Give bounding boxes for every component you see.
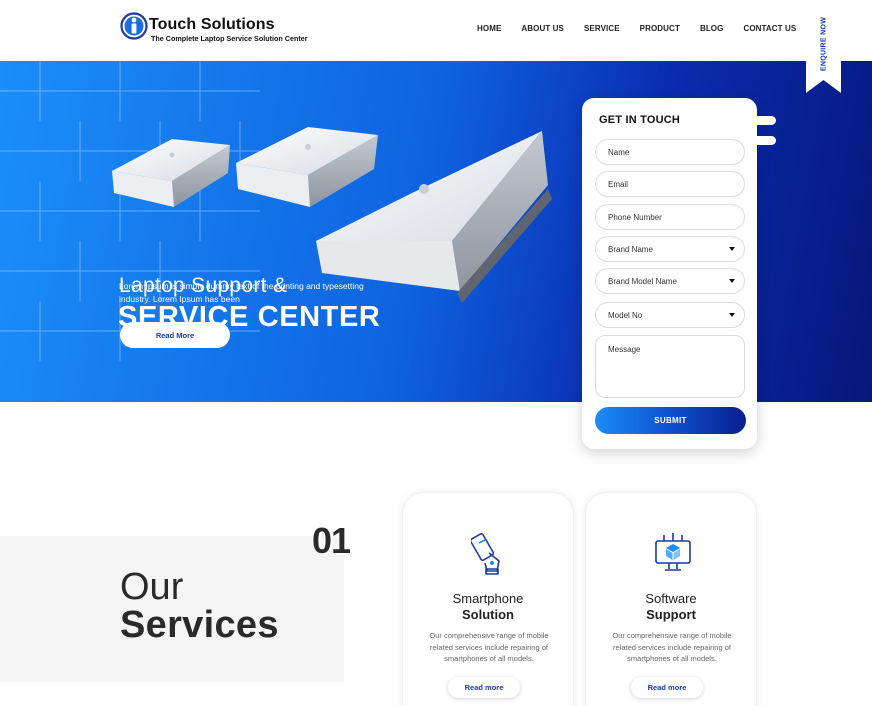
service-card-software: Software Support Our comprehensive range…	[585, 492, 757, 706]
nav-about-us[interactable]: ABOUT US	[521, 24, 564, 38]
nav-blog[interactable]: BLOG	[700, 24, 724, 38]
enquire-now-label: ENQUIRE NOW	[820, 16, 827, 72]
contact-form-card: GET IN TOUCH Name Email Phone Number Bra…	[582, 98, 776, 449]
service-description: Our comprehensive range of mobile relate…	[612, 631, 732, 663]
form-title: GET IN TOUCH	[599, 114, 681, 126]
form-decor-tab	[744, 136, 776, 145]
service-title-line2: Support	[646, 607, 696, 622]
nav-service[interactable]: SERVICE	[584, 24, 620, 38]
services-number: 01	[312, 520, 351, 561]
brand-name-select[interactable]: Brand Name	[595, 236, 745, 262]
hero-read-more-button[interactable]: Read More	[120, 322, 230, 348]
logo-icon	[120, 12, 148, 40]
service-title-line1: Software	[645, 591, 697, 606]
email-field[interactable]: Email	[595, 171, 745, 197]
brand-name-value: Brand Name	[608, 244, 653, 254]
name-field[interactable]: Name	[595, 139, 745, 165]
name-placeholder: Name	[608, 147, 630, 157]
chevron-down-icon	[729, 313, 735, 317]
brand-model-select[interactable]: Brand Model Name	[595, 268, 745, 294]
smartphone-repair-icon	[471, 533, 500, 575]
phone-field[interactable]: Phone Number	[595, 204, 745, 230]
services-heading-line1: Our	[120, 566, 184, 608]
email-placeholder: Email	[608, 179, 629, 189]
nav-contact-us[interactable]: CONTACT US	[743, 24, 796, 38]
page: Touch Solutions The Complete Laptop Serv…	[0, 0, 872, 706]
message-placeholder: Message	[608, 345, 641, 354]
service-title-line1: Smartphone	[452, 591, 524, 606]
software-support-icon	[655, 533, 691, 571]
enquire-now-ribbon[interactable]: ENQUIRE NOW	[806, 0, 841, 93]
service-read-more-button[interactable]: Read more	[448, 677, 520, 698]
main-nav: HOME ABOUT US SERVICE PRODUCT BLOG CONTA…	[466, 24, 816, 38]
nav-product[interactable]: PRODUCT	[640, 24, 680, 38]
service-description: Our comprehensive range of mobile relate…	[429, 631, 549, 663]
submit-button[interactable]: SUBMIT	[595, 407, 746, 434]
chevron-down-icon	[729, 247, 735, 251]
model-no-select[interactable]: Model No	[595, 302, 745, 328]
logo[interactable]: Touch Solutions The Complete Laptop Serv…	[120, 12, 320, 46]
form-decor-tab	[744, 116, 776, 125]
phone-placeholder: Phone Number	[608, 212, 662, 222]
service-title-line2: Solution	[462, 607, 514, 622]
brand-model-value: Brand Model Name	[608, 276, 677, 286]
logo-title: Touch Solutions	[149, 16, 275, 33]
hero-description: Lorem Ipsum is simply dummy text of the …	[119, 281, 364, 304]
service-card-smartphone: Smartphone Solution Our comprehensive ra…	[402, 492, 574, 706]
services-heading-line2: Services	[120, 604, 279, 646]
model-no-value: Model No	[608, 310, 643, 320]
nav-home[interactable]: HOME	[477, 24, 501, 38]
chevron-down-icon	[729, 279, 735, 283]
logo-subtitle: The Complete Laptop Service Solution Cen…	[151, 34, 308, 43]
service-read-more-button[interactable]: Read more	[631, 677, 703, 698]
site-header: Touch Solutions The Complete Laptop Serv…	[0, 0, 872, 61]
message-field[interactable]: Message	[595, 335, 745, 398]
